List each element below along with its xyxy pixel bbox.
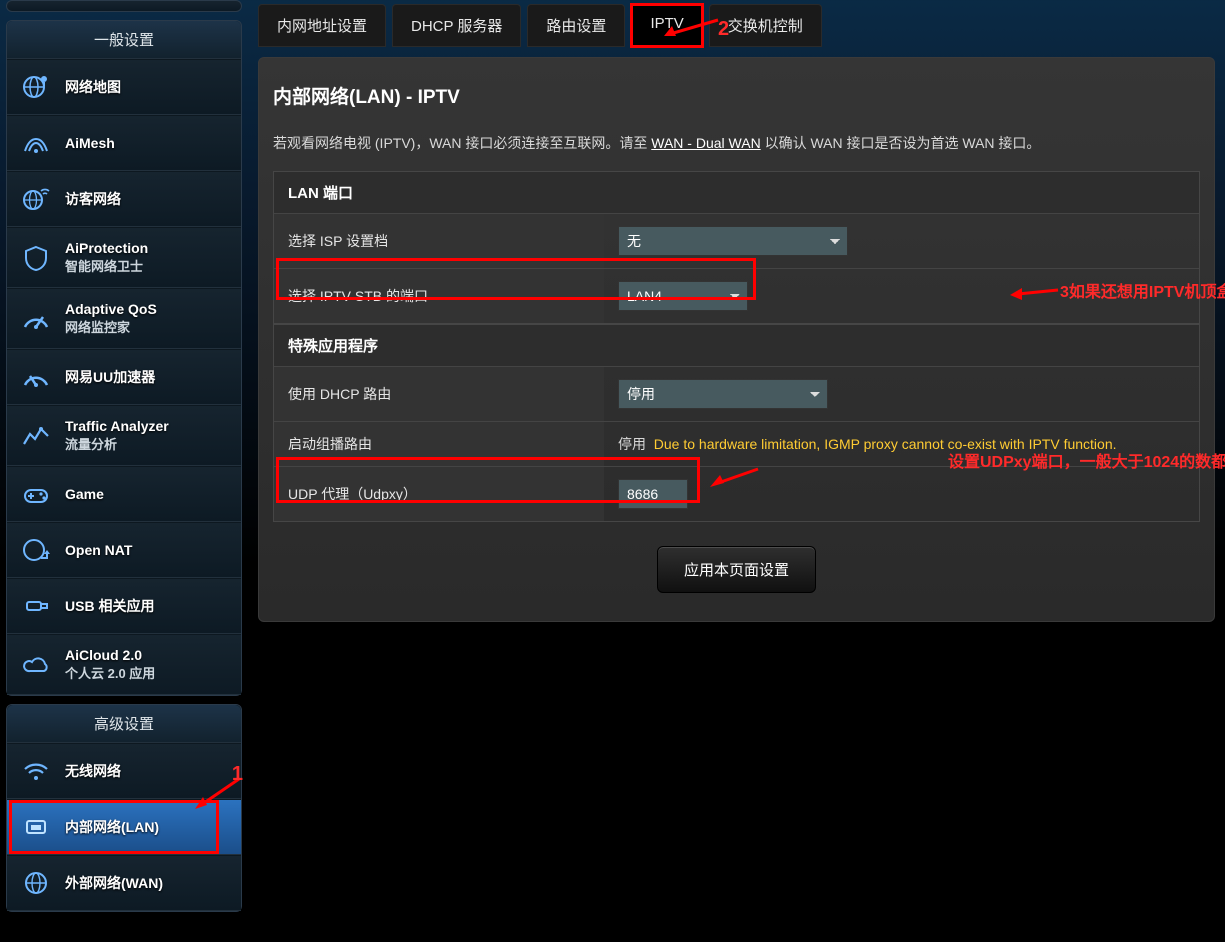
- globe-pin-icon: [19, 72, 53, 102]
- wifi-icon: [19, 756, 53, 786]
- sidebar-item-label: 网易UU加速器: [65, 367, 155, 387]
- tab-switch-ctrl[interactable]: 交换机控制: [709, 4, 822, 47]
- sidebar-item-wan[interactable]: 外部网络(WAN): [7, 855, 241, 911]
- sidebar-item-lan[interactable]: 内部网络(LAN): [7, 799, 241, 855]
- tab-label: 路由设置: [546, 18, 606, 35]
- top-toolbar: [6, 0, 242, 12]
- wan-icon: [19, 868, 53, 898]
- tab-label: DHCP 服务器: [411, 18, 502, 35]
- sidebar-item-label: 内部网络(LAN): [65, 817, 159, 837]
- gamepad-icon: [19, 479, 53, 509]
- sidebar-general-header: 一般设置: [7, 21, 241, 59]
- usb-icon: [19, 591, 53, 621]
- sidebar-item-guest-network[interactable]: 访客网络: [7, 171, 241, 227]
- igmp-status: 停用: [618, 436, 646, 452]
- desc-text: 以确认 WAN 接口是否设为首选 WAN 接口。: [765, 135, 1041, 151]
- sidebar-item-sublabel: 智能网络卫士: [65, 256, 148, 275]
- page-title: 内部网络(LAN) - IPTV: [273, 82, 1200, 109]
- sidebar-item-label: Traffic Analyzer: [65, 418, 169, 434]
- sidebar-item-usb-apps[interactable]: USB 相关应用: [7, 578, 241, 634]
- nat-icon: [19, 535, 53, 565]
- section-special-apps: 特殊应用程序 使用 DHCP 路由 停用 启动组播路由 停用: [273, 324, 1200, 522]
- sidebar-item-sublabel: 个人云 2.0 应用: [65, 663, 155, 682]
- sidebar-item-label: 无线网络: [65, 761, 121, 781]
- sidebar-item-wireless[interactable]: 无线网络: [7, 743, 241, 799]
- row-udpxy: UDP 代理（Udpxy）: [274, 467, 1199, 522]
- row-igmp: 启动组播路由 停用 Due to hardware limitation, IG…: [274, 422, 1199, 467]
- sidebar-item-label: Open NAT: [65, 542, 132, 558]
- sidebar-advanced-header: 高级设置: [7, 705, 241, 743]
- row-label: 选择 ISP 设置档: [274, 214, 604, 269]
- speed-icon: [19, 362, 53, 392]
- sidebar-item-label: AiMesh: [65, 135, 115, 151]
- sidebar-item-open-nat[interactable]: Open NAT: [7, 522, 241, 578]
- row-label: 使用 DHCP 路由: [274, 367, 604, 422]
- sidebar-item-uu-accelerator[interactable]: 网易UU加速器: [7, 349, 241, 405]
- row-label: UDP 代理（Udpxy）: [274, 467, 604, 522]
- sidebar-item-label: USB 相关应用: [65, 596, 154, 616]
- lan-icon: [19, 812, 53, 842]
- sidebar-item-label: 网络地图: [65, 77, 121, 97]
- tab-label: 交换机控制: [728, 18, 803, 35]
- sidebar-general-group: 一般设置 网络地图 AiMesh 访客网络: [6, 20, 242, 696]
- section-lan-port: LAN 端口 选择 ISP 设置档 无 选择 IPTV STB 的端口: [273, 171, 1200, 324]
- tab-dhcp-server[interactable]: DHCP 服务器: [392, 4, 521, 47]
- apply-button[interactable]: 应用本页面设置: [657, 546, 816, 593]
- row-dhcp-route: 使用 DHCP 路由 停用: [274, 367, 1199, 422]
- sidebar-item-label: Adaptive QoS: [65, 301, 157, 317]
- sidebar-item-aicloud[interactable]: AiCloud 2.0 个人云 2.0 应用: [7, 634, 241, 695]
- dhcp-route-select[interactable]: 停用: [618, 379, 828, 409]
- page-description: 若观看网络电视 (IPTV)，WAN 接口必须连接至互联网。请至 WAN - D…: [273, 133, 1200, 153]
- row-isp-profile: 选择 ISP 设置档 无: [274, 214, 1199, 269]
- tab-label: IPTV: [650, 15, 683, 32]
- sidebar-item-sublabel: 流量分析: [65, 434, 169, 453]
- shield-icon: [19, 243, 53, 273]
- tab-bar: 内网地址设置 DHCP 服务器 路由设置 IPTV 交换机控制 2: [258, 4, 1215, 47]
- settings-panel: 内部网络(LAN) - IPTV 若观看网络电视 (IPTV)，WAN 接口必须…: [258, 57, 1215, 622]
- udpxy-port-input[interactable]: [618, 479, 688, 509]
- wan-dual-wan-link[interactable]: WAN - Dual WAN: [651, 135, 760, 151]
- globe-wifi-icon: [19, 184, 53, 214]
- sidebar-item-label: AiCloud 2.0: [65, 647, 142, 663]
- tab-route[interactable]: 路由设置: [527, 4, 625, 47]
- sidebar-item-sublabel: 网络监控家: [65, 317, 157, 336]
- sidebar-item-adaptive-qos[interactable]: Adaptive QoS 网络监控家: [7, 288, 241, 349]
- igmp-warning: Due to hardware limitation, IGMP proxy c…: [654, 436, 1117, 452]
- apply-button-label: 应用本页面设置: [684, 562, 789, 579]
- sidebar: 一般设置 网络地图 AiMesh 访客网络: [0, 0, 248, 920]
- tab-iptv[interactable]: IPTV: [631, 4, 702, 47]
- sidebar-item-label: 外部网络(WAN): [65, 873, 163, 893]
- sidebar-item-game[interactable]: Game: [7, 466, 241, 522]
- main-content: 内网地址设置 DHCP 服务器 路由设置 IPTV 交换机控制 2 内部网络(L…: [248, 0, 1225, 920]
- desc-text: 若观看网络电视 (IPTV)，WAN 接口必须连接至互联网。请至: [273, 135, 651, 151]
- gauge-icon: [19, 304, 53, 334]
- row-label: 启动组播路由: [274, 422, 604, 467]
- sidebar-advanced-group: 高级设置 无线网络 内部网络(LAN) 外部网络(WAN): [6, 704, 242, 912]
- sidebar-item-label: 访客网络: [65, 189, 121, 209]
- sidebar-item-aimesh[interactable]: AiMesh: [7, 115, 241, 171]
- mesh-icon: [19, 128, 53, 158]
- sidebar-item-label: Game: [65, 486, 104, 502]
- sidebar-item-traffic-analyzer[interactable]: Traffic Analyzer 流量分析: [7, 405, 241, 466]
- graph-icon: [19, 421, 53, 451]
- iptv-stb-port-select[interactable]: LAN4: [618, 281, 748, 311]
- sidebar-item-aiprotection[interactable]: AiProtection 智能网络卫士: [7, 227, 241, 288]
- sidebar-item-label: AiProtection: [65, 240, 148, 256]
- section-header: 特殊应用程序: [274, 325, 1199, 367]
- isp-profile-select[interactable]: 无: [618, 226, 848, 256]
- section-header: LAN 端口: [274, 172, 1199, 214]
- sidebar-item-network-map[interactable]: 网络地图: [7, 59, 241, 115]
- tab-lan-ip[interactable]: 内网地址设置: [258, 4, 386, 47]
- row-iptv-stb-port: 选择 IPTV STB 的端口 LAN4: [274, 269, 1199, 324]
- tab-label: 内网地址设置: [277, 18, 367, 35]
- row-label: 选择 IPTV STB 的端口: [274, 269, 604, 324]
- cloud-icon: [19, 650, 53, 680]
